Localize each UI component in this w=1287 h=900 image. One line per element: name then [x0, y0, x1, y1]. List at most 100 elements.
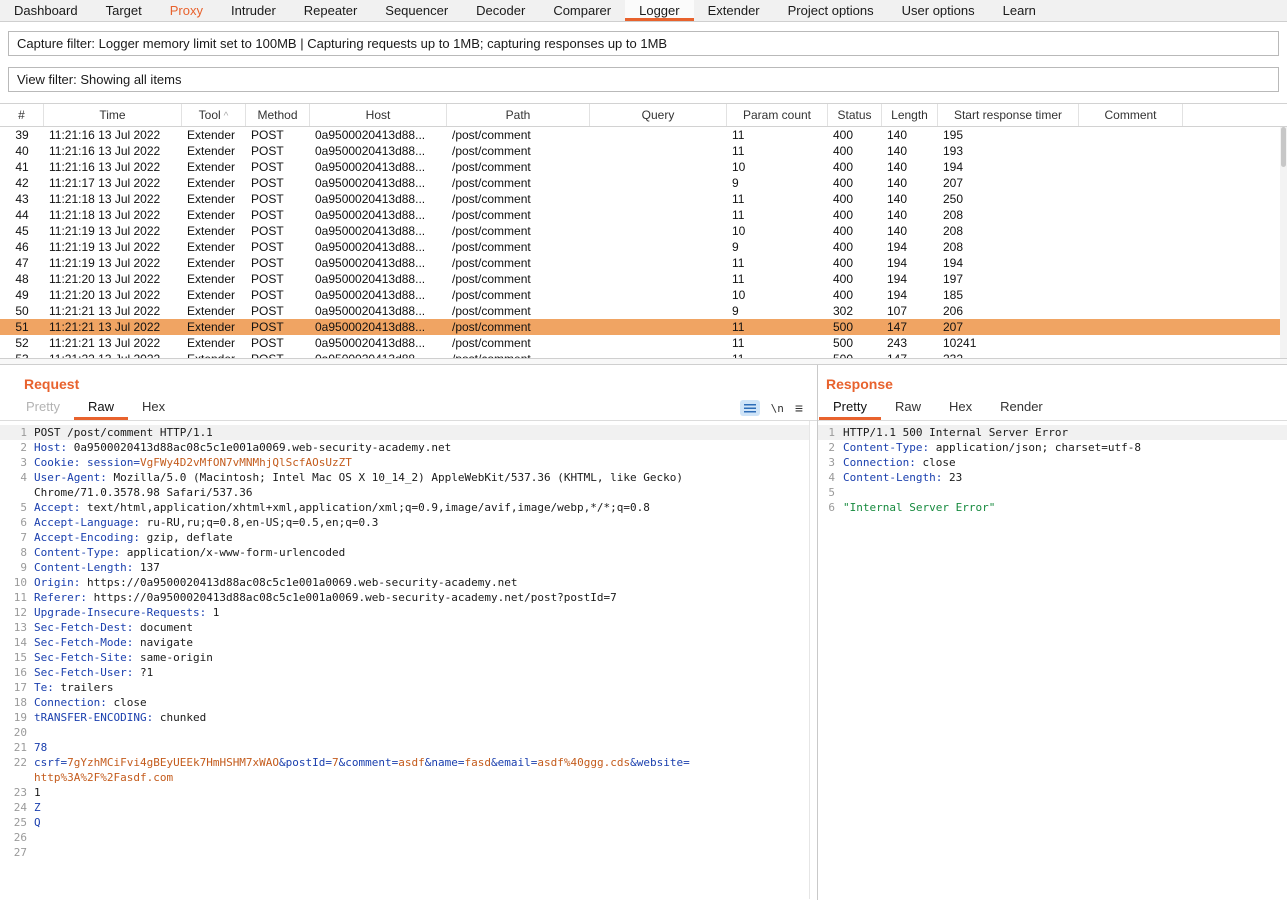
request-code-text: Sec-Fetch-Mode: navigate	[34, 635, 193, 650]
line-number: 7	[0, 530, 34, 545]
request-code-line: 24Z	[0, 800, 809, 815]
main-tab-project-options[interactable]: Project options	[774, 0, 888, 21]
request-code-line: 8Content-Type: application/x-www-form-ur…	[0, 545, 809, 560]
request-editor[interactable]: 1POST /post/comment HTTP/1.12Host: 0a950…	[0, 421, 810, 899]
cell-param-count: 11	[727, 127, 828, 143]
table-row-selected[interactable]: 5111:21:21 13 Jul 2022ExtenderPOST0a9500…	[0, 319, 1287, 335]
cell-status: 400	[828, 143, 882, 159]
column-header-path[interactable]: Path	[447, 104, 590, 126]
main-tab-intruder[interactable]: Intruder	[217, 0, 290, 21]
cell-query	[590, 255, 727, 271]
line-number: 18	[0, 695, 34, 710]
cell-time: 11:21:17 13 Jul 2022	[44, 175, 182, 191]
cell-query	[590, 175, 727, 191]
cell-host: 0a9500020413d88...	[310, 175, 447, 191]
column-header-time[interactable]: Time	[44, 104, 182, 126]
response-tab-pretty[interactable]: Pretty	[819, 399, 881, 420]
table-row[interactable]: 4111:21:16 13 Jul 2022ExtenderPOST0a9500…	[0, 159, 1287, 175]
column-header-[interactable]: #	[0, 104, 44, 126]
cell-query	[590, 319, 727, 335]
column-header-tool[interactable]: Tool^	[182, 104, 246, 126]
request-tab-pretty[interactable]: Pretty	[12, 399, 74, 420]
cell-length: 194	[882, 287, 938, 303]
line-number: 21	[0, 740, 34, 755]
column-header-comment[interactable]: Comment	[1079, 104, 1183, 126]
table-row[interactable]: 4711:21:19 13 Jul 2022ExtenderPOST0a9500…	[0, 255, 1287, 271]
table-row[interactable]: 4011:21:16 13 Jul 2022ExtenderPOST0a9500…	[0, 143, 1287, 159]
response-editor[interactable]: 1HTTP/1.1 500 Internal Server Error2Cont…	[818, 421, 1287, 899]
cell-param-count: 9	[727, 175, 828, 191]
table-row[interactable]: 4811:21:20 13 Jul 2022ExtenderPOST0a9500…	[0, 271, 1287, 287]
cell-method: POST	[246, 255, 310, 271]
request-tab-hex[interactable]: Hex	[128, 399, 179, 420]
column-header-status[interactable]: Status	[828, 104, 882, 126]
request-code-text: 1	[34, 785, 41, 800]
column-header-host[interactable]: Host	[310, 104, 447, 126]
response-tab-hex[interactable]: Hex	[935, 399, 986, 420]
cell-: 40	[0, 143, 44, 159]
response-code-text: HTTP/1.1 500 Internal Server Error	[843, 425, 1068, 440]
request-panel-title: Request	[0, 365, 817, 392]
table-row[interactable]: 5311:21:22 13 Jul 2022ExtenderPOST0a9500…	[0, 351, 1287, 358]
table-row[interactable]: 5011:21:21 13 Jul 2022ExtenderPOST0a9500…	[0, 303, 1287, 319]
cell-comment	[1079, 287, 1183, 303]
cell-tool: Extender	[182, 271, 246, 287]
main-tab-comparer[interactable]: Comparer	[539, 0, 625, 21]
cell-time: 11:21:19 13 Jul 2022	[44, 223, 182, 239]
request-tab-raw[interactable]: Raw	[74, 399, 128, 420]
main-tab-target[interactable]: Target	[92, 0, 156, 21]
main-tab-learn[interactable]: Learn	[989, 0, 1050, 21]
response-panel-title: Response	[818, 365, 1287, 392]
cell-method: POST	[246, 319, 310, 335]
request-code-text: Accept: text/html,application/xhtml+xml,…	[34, 500, 650, 515]
horizontal-splitter[interactable]	[0, 358, 1287, 365]
line-number: 4	[818, 470, 843, 485]
cell-start-response-timer: 197	[938, 271, 1079, 287]
column-header-method[interactable]: Method	[246, 104, 310, 126]
main-tab-repeater[interactable]: Repeater	[290, 0, 371, 21]
line-number: 17	[0, 680, 34, 695]
table-row[interactable]: 5211:21:21 13 Jul 2022ExtenderPOST0a9500…	[0, 335, 1287, 351]
cell-: 46	[0, 239, 44, 255]
main-tab-decoder[interactable]: Decoder	[462, 0, 539, 21]
table-scrollbar[interactable]	[1280, 127, 1287, 358]
table-row[interactable]: 4311:21:18 13 Jul 2022ExtenderPOST0a9500…	[0, 191, 1287, 207]
cell-tool: Extender	[182, 335, 246, 351]
cell-status: 400	[828, 223, 882, 239]
response-tab-raw[interactable]: Raw	[881, 399, 935, 420]
cell-start-response-timer: 207	[938, 319, 1079, 335]
table-row[interactable]: 4411:21:18 13 Jul 2022ExtenderPOST0a9500…	[0, 207, 1287, 223]
column-header-query[interactable]: Query	[590, 104, 727, 126]
table-row[interactable]: 4211:21:17 13 Jul 2022ExtenderPOST0a9500…	[0, 175, 1287, 191]
table-row[interactable]: 4511:21:19 13 Jul 2022ExtenderPOST0a9500…	[0, 223, 1287, 239]
line-number: 3	[0, 455, 34, 470]
show-newlines-icon[interactable]: \n	[771, 402, 784, 415]
table-row[interactable]: 3911:21:16 13 Jul 2022ExtenderPOST0a9500…	[0, 127, 1287, 143]
cell-comment	[1079, 143, 1183, 159]
cell-host: 0a9500020413d88...	[310, 191, 447, 207]
capture-filter-bar[interactable]: Capture filter: Logger memory limit set …	[8, 31, 1279, 56]
line-number: 8	[0, 545, 34, 560]
main-tab-logger[interactable]: Logger	[625, 0, 693, 21]
main-tab-sequencer[interactable]: Sequencer	[371, 0, 462, 21]
line-number: 24	[0, 800, 34, 815]
table-row[interactable]: 4911:21:20 13 Jul 2022ExtenderPOST0a9500…	[0, 287, 1287, 303]
cell-status: 500	[828, 335, 882, 351]
cell-status: 400	[828, 255, 882, 271]
cell-path: /post/comment	[447, 175, 590, 191]
main-tab-user-options[interactable]: User options	[888, 0, 989, 21]
main-tab-proxy[interactable]: Proxy	[156, 0, 217, 21]
column-header-param-count[interactable]: Param count	[727, 104, 828, 126]
main-tab-extender[interactable]: Extender	[694, 0, 774, 21]
line-number: 9	[0, 560, 34, 575]
column-header-start-response-timer[interactable]: Start response timer	[938, 104, 1079, 126]
cell-time: 11:21:21 13 Jul 2022	[44, 335, 182, 351]
column-header-length[interactable]: Length	[882, 104, 938, 126]
main-tab-dashboard[interactable]: Dashboard	[0, 0, 92, 21]
response-tab-render[interactable]: Render	[986, 399, 1057, 420]
word-wrap-toggle-icon[interactable]	[740, 400, 760, 416]
table-row[interactable]: 4611:21:19 13 Jul 2022ExtenderPOST0a9500…	[0, 239, 1287, 255]
editor-menu-icon[interactable]: ≡	[795, 401, 803, 415]
table-scrollbar-thumb[interactable]	[1281, 127, 1286, 167]
view-filter-bar[interactable]: View filter: Showing all items	[8, 67, 1279, 92]
